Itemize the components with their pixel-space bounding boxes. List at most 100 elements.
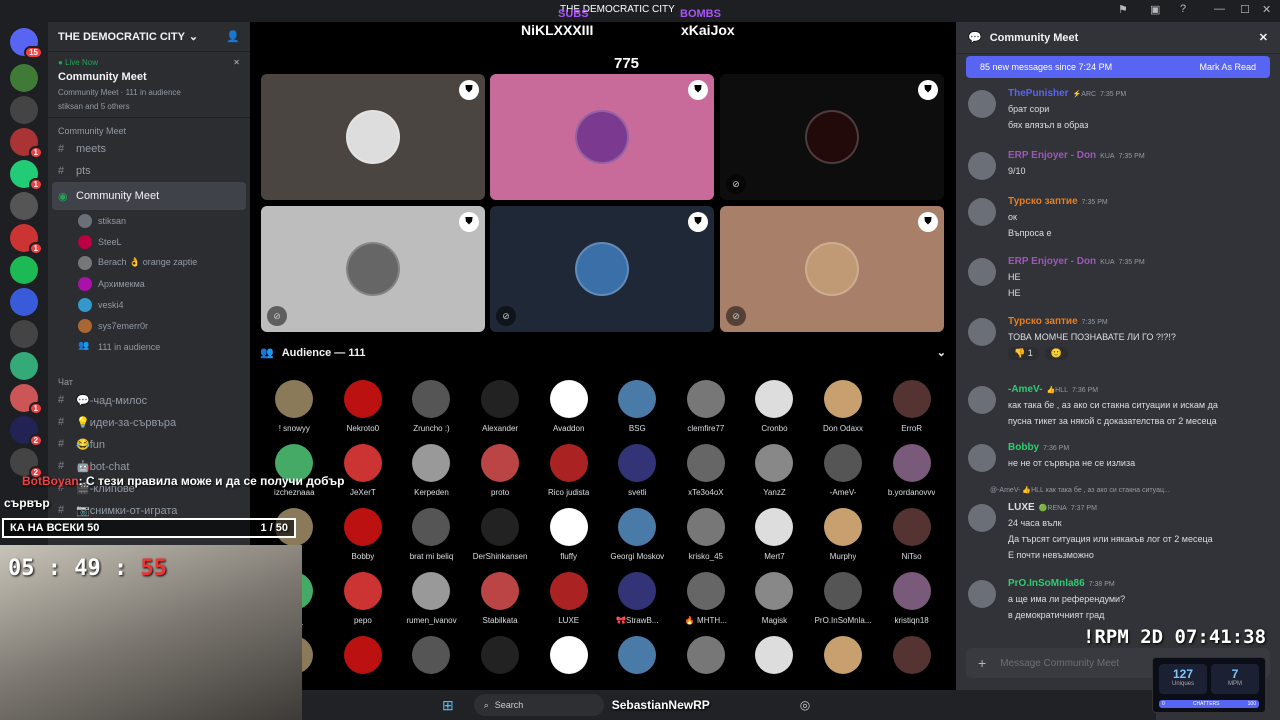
- chat-message[interactable]: @-AmeV- 👍HLL как така бе , аз ако си ста…: [968, 487, 1268, 561]
- message-author[interactable]: ThePunisher: [1008, 88, 1069, 99]
- audience-member[interactable]: [603, 636, 672, 680]
- audience-header[interactable]: 👥 Audience — 111 ⌄: [260, 346, 946, 360]
- participant[interactable]: Berach 👌 orange zaptie: [98, 257, 197, 268]
- avatar[interactable]: [968, 444, 996, 472]
- category-header[interactable]: Чат: [48, 369, 250, 389]
- audience-member[interactable]: Nekroto0: [329, 380, 398, 433]
- audience-member[interactable]: YanzZ: [740, 444, 809, 497]
- audience-member[interactable]: Stabilkata: [466, 572, 535, 625]
- message-author[interactable]: Турско заптие: [1008, 196, 1078, 207]
- live-event-card[interactable]: ● Live Now ✕ Community Meet Community Mee…: [48, 52, 250, 118]
- audience-member[interactable]: Georgi Moskov: [603, 508, 672, 561]
- avatar[interactable]: [968, 580, 996, 608]
- channel-pts[interactable]: # pts: [48, 160, 250, 182]
- audience-member[interactable]: pepo: [329, 572, 398, 625]
- server-header[interactable]: THE DEMOCRATIC CITY ⌄ 👤: [48, 22, 250, 52]
- speaker-tile[interactable]: ⛊: [261, 74, 485, 200]
- audience-member[interactable]: Rico judista: [534, 444, 603, 497]
- audience-member[interactable]: Kerpeden: [397, 444, 466, 497]
- audience-member[interactable]: BSG: [603, 380, 672, 433]
- chat-message[interactable]: Турско заптие 7:35 PM ТОВА МОМЧЕ ПОЗНАВАТЕ…: [968, 316, 1268, 360]
- audience-member[interactable]: Cronbo: [740, 380, 809, 433]
- new-messages-bar[interactable]: 85 new messages since 7:24 PM Mark As Re…: [966, 56, 1270, 78]
- server-icon[interactable]: [10, 288, 38, 316]
- audience-member[interactable]: krisko_45: [672, 508, 741, 561]
- audience-member[interactable]: Mert7: [740, 508, 809, 561]
- close-icon[interactable]: ✕: [233, 58, 240, 67]
- avatar[interactable]: [968, 504, 996, 532]
- mark-as-read-button[interactable]: Mark As Read: [1199, 62, 1256, 72]
- audience-member[interactable]: Avaddon: [534, 380, 603, 433]
- server-icon[interactable]: 1: [10, 224, 43, 255]
- message-author[interactable]: -AmeV-: [1008, 384, 1042, 395]
- server-icon[interactable]: [10, 256, 38, 284]
- reaction-chip[interactable]: 🙂: [1044, 347, 1068, 360]
- audience-member[interactable]: Bobby: [329, 508, 398, 561]
- audience-member[interactable]: b.yordanovvv: [877, 444, 946, 497]
- audience-member[interactable]: JeXerT: [329, 444, 398, 497]
- audience-member[interactable]: rumen_ivanov: [397, 572, 466, 625]
- participant[interactable]: veski4: [98, 300, 124, 310]
- participant[interactable]: stiksan: [98, 216, 126, 226]
- audience-member[interactable]: Zruncho :): [397, 380, 466, 433]
- audience-member[interactable]: [740, 636, 809, 680]
- inbox-icon[interactable]: ⚑: [1118, 3, 1128, 16]
- add-attachment-icon[interactable]: +: [978, 655, 986, 671]
- speaker-tile[interactable]: ⛊ ⊘: [720, 206, 944, 332]
- speaker-tile[interactable]: ⛊ ⊘: [261, 206, 485, 332]
- audience-member[interactable]: Murphy: [809, 508, 878, 561]
- category-header[interactable]: Community Meet: [48, 118, 250, 138]
- participant[interactable]: sys7emerr0r: [98, 321, 148, 331]
- speaker-tile[interactable]: ⛊ ⊘: [720, 74, 944, 200]
- audience-member[interactable]: proto: [466, 444, 535, 497]
- server-icon[interactable]: [10, 352, 38, 380]
- audience-member[interactable]: [672, 636, 741, 680]
- audience-member[interactable]: 🔥 MHTH...: [672, 572, 741, 625]
- speaker-tile[interactable]: ⛊: [490, 74, 714, 200]
- chat-message[interactable]: Турско заптие 7:35 PM ок Въпроса е: [968, 196, 1268, 239]
- message-input[interactable]: Message Community Meet: [1000, 658, 1119, 669]
- message-author[interactable]: ERP Enjoyer - Don: [1008, 150, 1096, 161]
- chat-message[interactable]: ThePunisher ⚡ARC 7:35 PM брат сори бях влязъ…: [968, 88, 1268, 131]
- channel-meets[interactable]: # meets: [48, 138, 250, 160]
- audience-member[interactable]: xTe3o4oX: [672, 444, 741, 497]
- channel-item[interactable]: # 😂fun: [48, 433, 250, 455]
- message-author[interactable]: ERP Enjoyer - Don: [1008, 256, 1096, 267]
- chat-message[interactable]: ERP Enjoyer - Don KUA 7:35 PM НЕ НЕ: [968, 256, 1268, 299]
- server-icon[interactable]: [10, 96, 38, 124]
- help-icon[interactable]: ?: [1180, 3, 1186, 15]
- audience-member[interactable]: 🎀StrawB...: [603, 572, 672, 625]
- speaker-tile[interactable]: ⛊ ⊘: [490, 206, 714, 332]
- chat-message[interactable]: Bobby 7:36 PM не не от сървъра не се излиз…: [968, 442, 1268, 472]
- audience-member[interactable]: [329, 636, 398, 680]
- message-author[interactable]: LUXE: [1008, 502, 1035, 513]
- server-icon[interactable]: [10, 192, 38, 220]
- close-window-icon[interactable]: ✕: [1262, 3, 1271, 16]
- audience-member[interactable]: Magisk: [740, 572, 809, 625]
- chat-message[interactable]: -AmeV- 👍HLL 7:36 PM как така бе , аз ако си…: [968, 384, 1268, 427]
- message-author[interactable]: Турско заптие: [1008, 316, 1078, 327]
- reply-preview[interactable]: @-AmeV- 👍HLL как така бе , аз ако си ста…: [990, 486, 1170, 494]
- audience-member[interactable]: [809, 636, 878, 680]
- server-icon[interactable]: 2: [10, 448, 43, 479]
- avatar[interactable]: [968, 90, 996, 118]
- server-icon[interactable]: 1: [10, 160, 43, 191]
- avatar[interactable]: [968, 258, 996, 286]
- audience-member[interactable]: svetli: [603, 444, 672, 497]
- message-author[interactable]: PrO.InSoMnla86: [1008, 578, 1085, 589]
- audience-member[interactable]: PrO.InSoMnla...: [809, 572, 878, 625]
- server-icon[interactable]: 1: [10, 384, 43, 415]
- audience-member[interactable]: kristiqn18: [877, 572, 946, 625]
- audience-member[interactable]: [534, 636, 603, 680]
- chat-message[interactable]: ERP Enjoyer - Don KUA 7:35 PM 9/10: [968, 150, 1268, 180]
- server-icon[interactable]: [10, 64, 38, 92]
- audience-member[interactable]: DerShinkansen: [466, 508, 535, 561]
- audience-member[interactable]: [397, 636, 466, 680]
- stage-channel-active[interactable]: ◉ Community Meet: [52, 182, 246, 210]
- avatar[interactable]: [968, 198, 996, 226]
- audience-member[interactable]: izcheznaaa: [260, 444, 329, 497]
- audience-member[interactable]: Don Odaxx: [809, 380, 878, 433]
- avatar[interactable]: [968, 386, 996, 414]
- add-member-icon[interactable]: 👤: [226, 30, 240, 43]
- audience-member[interactable]: ErroR: [877, 380, 946, 433]
